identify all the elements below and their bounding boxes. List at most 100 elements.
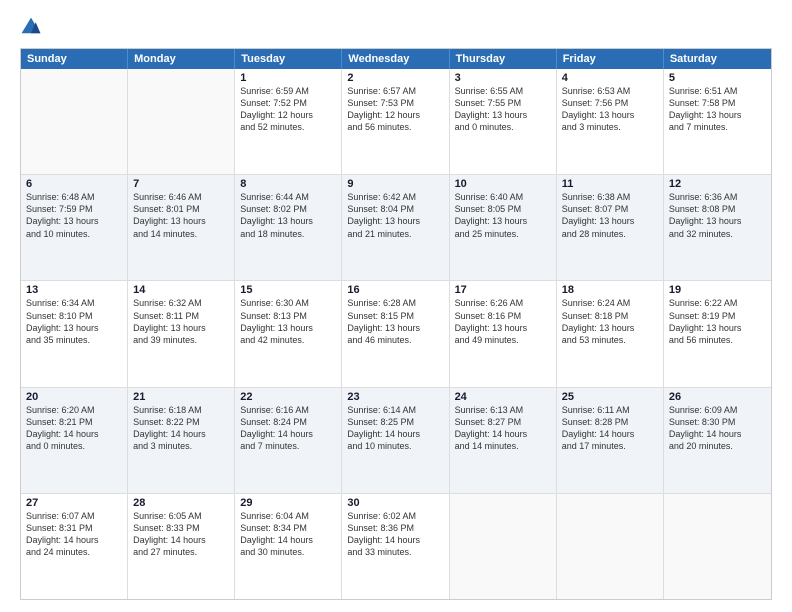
cell-info-line: Sunrise: 6:44 AM [240,191,336,203]
cell-info-line: and 53 minutes. [562,334,658,346]
day-number: 30 [347,497,443,509]
calendar-cell: 1Sunrise: 6:59 AMSunset: 7:52 PMDaylight… [235,69,342,174]
calendar-header: SundayMondayTuesdayWednesdayThursdayFrid… [21,49,771,69]
calendar-cell [450,494,557,599]
cell-info-line: Sunset: 8:22 PM [133,416,229,428]
cell-info-line: Sunset: 8:27 PM [455,416,551,428]
cell-info-line: Daylight: 14 hours [669,428,766,440]
day-number: 2 [347,72,443,84]
cell-info-line: Sunrise: 6:02 AM [347,510,443,522]
day-number: 13 [26,284,122,296]
header-day-monday: Monday [128,49,235,69]
day-number: 17 [455,284,551,296]
cell-info-line: Sunrise: 6:55 AM [455,85,551,97]
cell-info-line: and 28 minutes. [562,228,658,240]
cell-info-line: Sunrise: 6:07 AM [26,510,122,522]
cell-info-line: Sunrise: 6:32 AM [133,297,229,309]
calendar-cell: 10Sunrise: 6:40 AMSunset: 8:05 PMDayligh… [450,175,557,280]
day-number: 7 [133,178,229,190]
cell-info-line: Daylight: 13 hours [562,109,658,121]
cell-info-line: Daylight: 13 hours [455,215,551,227]
cell-info-line: Sunrise: 6:20 AM [26,404,122,416]
cell-info-line: and 14 minutes. [133,228,229,240]
cell-info-line: and 35 minutes. [26,334,122,346]
day-number: 11 [562,178,658,190]
cell-info-line: and 18 minutes. [240,228,336,240]
cell-info-line: Sunset: 8:16 PM [455,310,551,322]
header [20,16,772,38]
day-number: 22 [240,391,336,403]
calendar-cell: 5Sunrise: 6:51 AMSunset: 7:58 PMDaylight… [664,69,771,174]
day-number: 16 [347,284,443,296]
cell-info-line: Daylight: 14 hours [347,534,443,546]
cell-info-line: Sunset: 8:21 PM [26,416,122,428]
cell-info-line: Daylight: 14 hours [562,428,658,440]
cell-info-line: and 27 minutes. [133,546,229,558]
calendar-body: 1Sunrise: 6:59 AMSunset: 7:52 PMDaylight… [21,69,771,599]
calendar-cell: 3Sunrise: 6:55 AMSunset: 7:55 PMDaylight… [450,69,557,174]
calendar-cell: 13Sunrise: 6:34 AMSunset: 8:10 PMDayligh… [21,281,128,386]
cell-info-line: Sunset: 8:33 PM [133,522,229,534]
cell-info-line: and 7 minutes. [669,121,766,133]
cell-info-line: and 0 minutes. [26,440,122,452]
cell-info-line: Daylight: 13 hours [133,215,229,227]
cell-info-line: Sunset: 8:13 PM [240,310,336,322]
cell-info-line: Sunrise: 6:18 AM [133,404,229,416]
calendar-row-1: 1Sunrise: 6:59 AMSunset: 7:52 PMDaylight… [21,69,771,174]
cell-info-line: Sunset: 8:28 PM [562,416,658,428]
cell-info-line: Sunset: 8:02 PM [240,203,336,215]
calendar-cell [557,494,664,599]
cell-info-line: Sunset: 8:11 PM [133,310,229,322]
calendar-cell: 28Sunrise: 6:05 AMSunset: 8:33 PMDayligh… [128,494,235,599]
day-number: 5 [669,72,766,84]
page: SundayMondayTuesdayWednesdayThursdayFrid… [0,0,792,612]
cell-info-line: Sunset: 8:36 PM [347,522,443,534]
cell-info-line: and 39 minutes. [133,334,229,346]
calendar-cell: 6Sunrise: 6:48 AMSunset: 7:59 PMDaylight… [21,175,128,280]
cell-info-line: Sunset: 8:04 PM [347,203,443,215]
cell-info-line: Sunset: 8:15 PM [347,310,443,322]
cell-info-line: Daylight: 13 hours [669,215,766,227]
cell-info-line: Sunrise: 6:51 AM [669,85,766,97]
cell-info-line: Daylight: 13 hours [562,215,658,227]
cell-info-line: and 56 minutes. [669,334,766,346]
cell-info-line: Sunrise: 6:46 AM [133,191,229,203]
header-day-saturday: Saturday [664,49,771,69]
cell-info-line: Sunrise: 6:26 AM [455,297,551,309]
cell-info-line: Daylight: 13 hours [240,215,336,227]
calendar-cell: 29Sunrise: 6:04 AMSunset: 8:34 PMDayligh… [235,494,342,599]
calendar-cell: 17Sunrise: 6:26 AMSunset: 8:16 PMDayligh… [450,281,557,386]
cell-info-line: Sunset: 8:24 PM [240,416,336,428]
day-number: 29 [240,497,336,509]
cell-info-line: Sunset: 7:53 PM [347,97,443,109]
day-number: 27 [26,497,122,509]
calendar-cell: 22Sunrise: 6:16 AMSunset: 8:24 PMDayligh… [235,388,342,493]
logo [20,16,46,38]
cell-info-line: and 56 minutes. [347,121,443,133]
cell-info-line: and 49 minutes. [455,334,551,346]
calendar-cell: 9Sunrise: 6:42 AMSunset: 8:04 PMDaylight… [342,175,449,280]
calendar-cell: 8Sunrise: 6:44 AMSunset: 8:02 PMDaylight… [235,175,342,280]
calendar-cell: 25Sunrise: 6:11 AMSunset: 8:28 PMDayligh… [557,388,664,493]
header-day-tuesday: Tuesday [235,49,342,69]
cell-info-line: Sunrise: 6:42 AM [347,191,443,203]
calendar-cell [664,494,771,599]
cell-info-line: and 7 minutes. [240,440,336,452]
calendar-cell: 16Sunrise: 6:28 AMSunset: 8:15 PMDayligh… [342,281,449,386]
cell-info-line: and 10 minutes. [347,440,443,452]
cell-info-line: and 21 minutes. [347,228,443,240]
cell-info-line: Daylight: 13 hours [669,109,766,121]
cell-info-line: Sunset: 8:01 PM [133,203,229,215]
day-number: 20 [26,391,122,403]
cell-info-line: Sunrise: 6:05 AM [133,510,229,522]
calendar-cell: 18Sunrise: 6:24 AMSunset: 8:18 PMDayligh… [557,281,664,386]
day-number: 3 [455,72,551,84]
day-number: 23 [347,391,443,403]
calendar-cell: 20Sunrise: 6:20 AMSunset: 8:21 PMDayligh… [21,388,128,493]
day-number: 9 [347,178,443,190]
calendar-row-4: 20Sunrise: 6:20 AMSunset: 8:21 PM Dayligh… [21,387,771,493]
cell-info-line: Sunrise: 6:30 AM [240,297,336,309]
header-day-sunday: Sunday [21,49,128,69]
calendar-cell: 26Sunrise: 6:09 AMSunset: 8:30 PMDayligh… [664,388,771,493]
cell-info-line: Sunset: 8:34 PM [240,522,336,534]
